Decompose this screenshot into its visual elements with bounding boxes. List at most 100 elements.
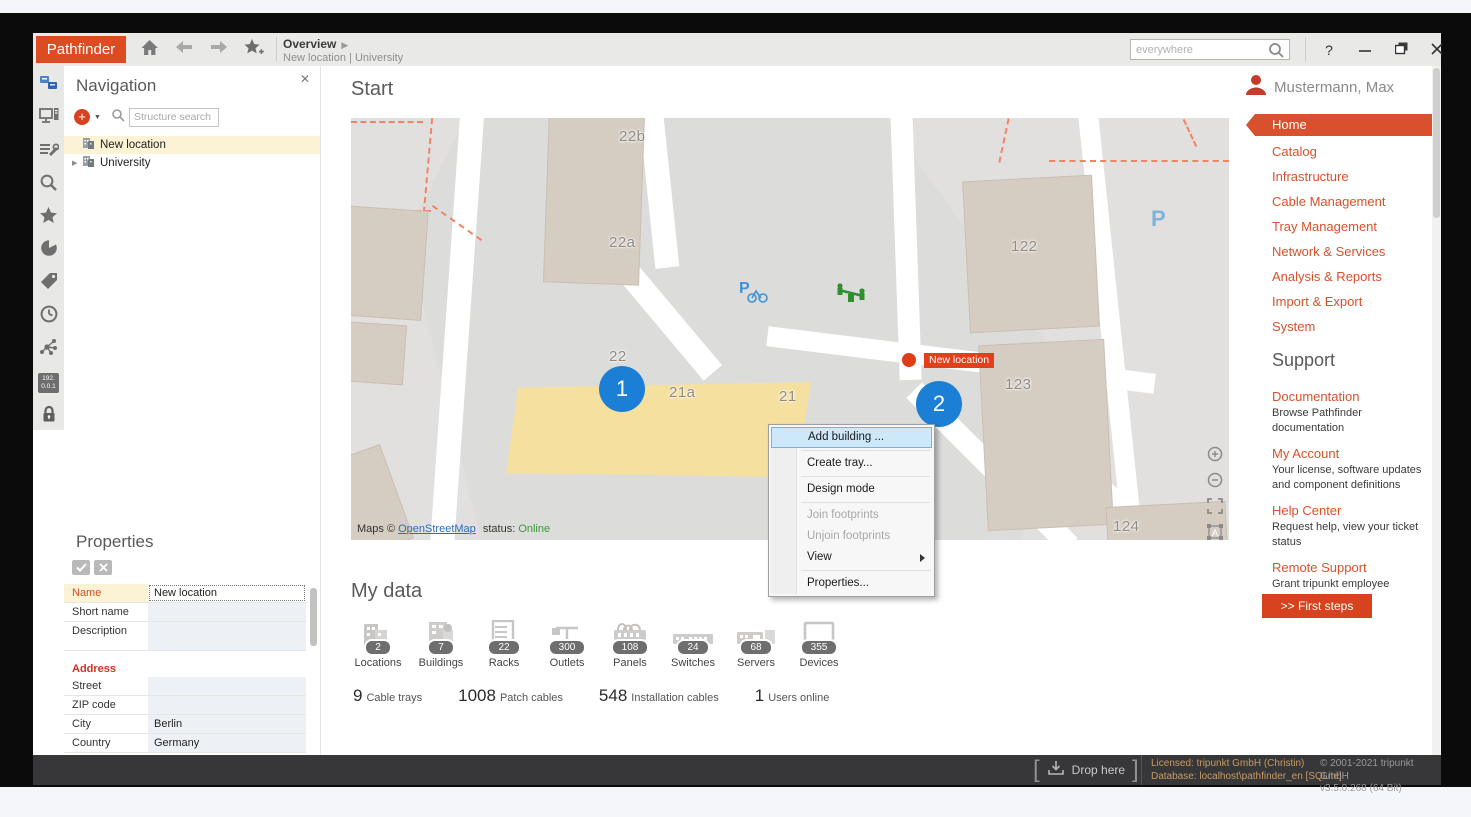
- menu-network-services[interactable]: Network & Services: [1240, 239, 1432, 264]
- back-button[interactable]: [171, 39, 197, 60]
- user-account[interactable]: Mustermann, Max: [1244, 74, 1394, 101]
- menu-item-unjoin-footprints: Unjoin footprints: [771, 526, 932, 547]
- stat-buildings[interactable]: 7 Buildings: [414, 618, 468, 669]
- country-value-field[interactable]: Germany: [148, 734, 306, 752]
- global-search-input[interactable]: [1136, 41, 1266, 58]
- map-label-122: 122: [1011, 238, 1038, 255]
- stat-panels[interactable]: 108 Panels: [603, 618, 657, 669]
- breadcrumb[interactable]: Overview▶: [283, 37, 348, 51]
- menu-catalog[interactable]: Catalog: [1240, 139, 1432, 164]
- tags-tool-button[interactable]: [33, 267, 64, 300]
- auto-zoom-button[interactable]: A: [1207, 524, 1223, 540]
- help-button[interactable]: ?: [1313, 33, 1345, 66]
- permissions-tool-button[interactable]: [33, 399, 64, 432]
- map-label-22a: 22a: [609, 234, 636, 251]
- description-value-field[interactable]: [148, 622, 306, 650]
- apply-button[interactable]: [72, 560, 90, 575]
- stat-racks[interactable]: 22 Racks: [477, 618, 531, 669]
- search-tool-button[interactable]: [33, 168, 64, 201]
- history-tool-button[interactable]: [33, 300, 64, 333]
- reports-tool-button[interactable]: [33, 234, 64, 267]
- star-icon: [39, 206, 58, 229]
- search-icon[interactable]: [1268, 42, 1285, 64]
- name-value-field[interactable]: New location: [148, 584, 306, 602]
- forward-button[interactable]: [206, 39, 232, 60]
- menu-cable-management[interactable]: Cable Management: [1240, 189, 1432, 214]
- fit-view-button[interactable]: [1207, 498, 1223, 519]
- map-building-selected[interactable]: [506, 382, 811, 477]
- devices-tool-button[interactable]: [33, 102, 64, 135]
- titlebar-separator: [276, 37, 277, 62]
- favorites-tool-button[interactable]: [33, 201, 64, 234]
- city-value-field[interactable]: Berlin: [148, 715, 306, 733]
- bicycle-parking-icon: P: [739, 278, 769, 309]
- sidebar-scroll-track[interactable]: [1432, 66, 1441, 755]
- menu-item-view[interactable]: View: [771, 547, 932, 568]
- street-value-field[interactable]: [148, 677, 306, 695]
- menu-import-export[interactable]: Import & Export: [1240, 289, 1432, 314]
- expand-arrow-icon[interactable]: ▶: [72, 159, 82, 167]
- menu-infrastructure[interactable]: Infrastructure: [1240, 164, 1432, 189]
- short-name-value-field[interactable]: [148, 603, 306, 621]
- tree-item-university[interactable]: ▶ University: [64, 154, 320, 172]
- my-account-link[interactable]: My Account: [1272, 446, 1425, 461]
- new-location-marker[interactable]: [902, 353, 916, 367]
- right-sidebar: Mustermann, Max Home Catalog Infrastruct…: [1240, 66, 1441, 755]
- breadcrumb-path: New location | University: [283, 52, 403, 64]
- menu-item-create-tray[interactable]: Create tray...: [771, 453, 932, 474]
- global-search: [1130, 39, 1290, 60]
- tree-item-label: University: [100, 157, 150, 169]
- property-row-city: City Berlin: [64, 715, 306, 734]
- zoom-out-button[interactable]: [1207, 472, 1223, 493]
- home-button[interactable]: [136, 39, 162, 60]
- stat-label: Locations: [351, 657, 405, 669]
- sidebar-scroll-thumb[interactable]: [1433, 68, 1440, 218]
- zoom-in-button[interactable]: [1207, 446, 1223, 467]
- svg-text:A: A: [1212, 528, 1218, 538]
- stat-servers[interactable]: 68 Servers: [729, 618, 783, 669]
- structure-icon: [39, 74, 58, 97]
- close-button[interactable]: [1421, 33, 1453, 66]
- menu-item-add-building[interactable]: Add building ...: [771, 427, 932, 448]
- statusbar-separator: [1141, 755, 1142, 785]
- structure-tool-button[interactable]: [33, 69, 64, 102]
- stat-devices[interactable]: 355 Devices: [792, 618, 846, 669]
- stat-switches[interactable]: 24 Switches: [666, 618, 720, 669]
- add-dropdown-caret-icon[interactable]: ▼: [94, 114, 101, 121]
- worklist-tool-button[interactable]: [33, 135, 64, 168]
- stat-outlets[interactable]: 300 Outlets: [540, 618, 594, 669]
- properties-scrollbar[interactable]: [310, 588, 317, 646]
- ip-addresses-tool-button[interactable]: 192.0.0.1: [33, 366, 64, 399]
- navigation-toolbar: + ▼: [74, 107, 219, 127]
- zip-value-field[interactable]: [148, 696, 306, 714]
- menu-item-design-mode[interactable]: Design mode: [771, 479, 932, 500]
- menu-analysis-reports[interactable]: Analysis & Reports: [1240, 264, 1432, 289]
- add-structure-button[interactable]: +: [74, 109, 90, 125]
- minimize-button[interactable]: [1349, 33, 1381, 66]
- navigation-close-button[interactable]: ✕: [300, 72, 310, 86]
- map-building: [351, 321, 407, 386]
- network-nodes-icon: [39, 338, 58, 361]
- first-steps-button[interactable]: >> First steps: [1262, 594, 1372, 618]
- documentation-link[interactable]: Documentation: [1272, 389, 1425, 404]
- discard-button[interactable]: [94, 560, 112, 575]
- topology-tool-button[interactable]: [33, 333, 64, 366]
- openstreetmap-link[interactable]: OpenStreetMap: [398, 523, 476, 535]
- remote-support-link[interactable]: Remote Support: [1272, 560, 1425, 575]
- menu-tray-management[interactable]: Tray Management: [1240, 214, 1432, 239]
- structure-search-input[interactable]: [129, 108, 219, 127]
- tree-item-new-location[interactable]: New location: [64, 136, 320, 154]
- total-users-online: 1Users online: [755, 686, 830, 706]
- new-location-marker-label: New location: [924, 353, 994, 368]
- app-window: Pathfinder Overview▶ New location | Univ…: [33, 33, 1441, 785]
- drop-zone[interactable]: [ Drop here ]: [1033, 755, 1139, 785]
- stat-locations[interactable]: 2 Locations: [351, 618, 405, 669]
- menu-item-properties[interactable]: Properties...: [771, 573, 932, 594]
- properties-toolbar: [72, 560, 112, 575]
- user-icon: [1244, 74, 1268, 101]
- favorite-add-button[interactable]: [241, 39, 267, 60]
- menu-home[interactable]: Home: [1246, 114, 1432, 136]
- restore-button[interactable]: [1385, 33, 1417, 66]
- menu-system[interactable]: System: [1240, 314, 1432, 339]
- help-center-link[interactable]: Help Center: [1272, 503, 1425, 518]
